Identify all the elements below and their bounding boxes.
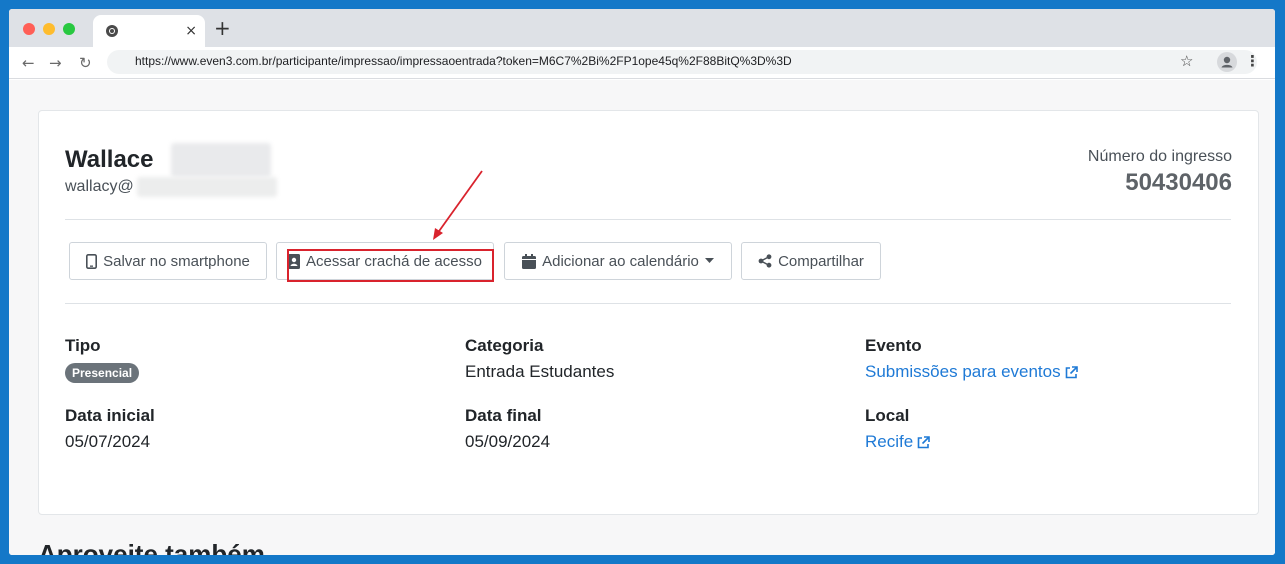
save-smartphone-button[interactable]: Salvar no smartphone — [69, 242, 267, 280]
caret-down-icon — [704, 258, 714, 263]
profile-avatar-icon[interactable] — [1217, 52, 1237, 72]
calendar-icon — [522, 253, 537, 269]
categoria-value: Entrada Estudantes — [465, 362, 615, 381]
smartphone-icon — [86, 253, 98, 269]
page-content: Wallace wallacy@ Número do ingresso 5043… — [9, 80, 1275, 555]
access-badge-button[interactable]: Acessar crachá de acesso — [276, 242, 494, 280]
address-bar[interactable]: https://www.even3.com.br/participante/im… — [107, 50, 1260, 74]
save-smartphone-label: Salvar no smartphone — [103, 252, 250, 270]
ticket-card: Wallace wallacy@ Número do ingresso 5043… — [38, 110, 1259, 515]
browser-tab[interactable]: × — [93, 15, 205, 47]
categoria-label: Categoria — [465, 336, 544, 355]
tab-bar: × + — [9, 9, 1275, 47]
browser-menu-icon[interactable]: ⋮ — [1245, 52, 1260, 70]
local-link-text: Recife — [865, 432, 914, 451]
data-final-value: 05/09/2024 — [465, 432, 551, 451]
ticket-number-label: Número do ingresso — [1087, 148, 1232, 165]
participant-email: wallacy@ — [65, 178, 134, 195]
reload-button[interactable]: ↻ — [79, 53, 92, 73]
share-button[interactable]: Compartilhar — [741, 242, 881, 280]
section-heading: Aproveite também — [38, 539, 265, 555]
tipo-label: Tipo — [65, 336, 101, 355]
add-calendar-label: Adicionar ao calendário — [542, 252, 699, 270]
minimize-window-button[interactable] — [43, 23, 55, 35]
external-link-icon — [1065, 365, 1078, 378]
divider — [65, 303, 1231, 304]
evento-link-text: Submissões para eventos — [865, 362, 1061, 381]
local-link[interactable]: Recife — [865, 432, 930, 452]
bookmark-star-icon[interactable]: ☆ — [1180, 52, 1193, 70]
participant-name: Wallace — [65, 146, 154, 173]
ticket-number: 50430406 — [1125, 169, 1232, 196]
redacted-email — [137, 177, 277, 197]
share-label: Compartilhar — [778, 252, 864, 270]
evento-link[interactable]: Submissões para eventos — [865, 362, 1078, 382]
evento-label: Evento — [865, 336, 922, 355]
browser-toolbar: ← → ↻ https://www.even3.com.br/participa… — [9, 47, 1275, 79]
add-calendar-button[interactable]: Adicionar ao calendário — [504, 242, 732, 280]
local-label: Local — [865, 406, 910, 425]
back-button[interactable]: ← — [22, 53, 35, 73]
forward-button[interactable]: → — [49, 53, 62, 73]
redacted-surname — [171, 143, 271, 177]
external-link-icon — [917, 435, 930, 448]
person-icon — [1221, 56, 1233, 68]
browser-window: × + ← → ↻ https://www.even3.com.br/parti… — [9, 9, 1275, 555]
maximize-window-button[interactable] — [63, 23, 75, 35]
tipo-badge: Presencial — [65, 363, 140, 383]
url-text[interactable]: https://www.even3.com.br/participante/im… — [135, 54, 792, 68]
badge-icon — [288, 253, 301, 269]
divider — [65, 219, 1231, 220]
tab-close-icon[interactable]: × — [185, 21, 197, 41]
share-icon — [758, 254, 772, 268]
data-inicial-label: Data inicial — [65, 406, 155, 425]
data-inicial-value: 05/07/2024 — [65, 432, 151, 451]
annotation-arrow-icon — [433, 170, 483, 240]
close-window-button[interactable] — [23, 23, 35, 35]
chrome-favicon-icon — [106, 25, 118, 37]
new-tab-button[interactable]: + — [214, 18, 231, 38]
data-final-label: Data final — [465, 406, 542, 425]
access-badge-label: Acessar crachá de acesso — [306, 252, 482, 270]
